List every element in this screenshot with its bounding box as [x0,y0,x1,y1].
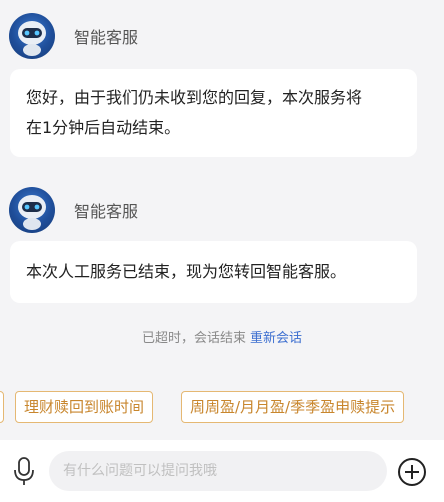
robot-avatar-icon [9,187,55,233]
message-bubble: 本次人工服务已结束，现为您转回智能客服。 [10,241,417,303]
quick-reply-chip-partial[interactable] [0,391,4,423]
restart-session-link[interactable]: 重新会话 [250,331,302,346]
quick-reply-chip[interactable]: 周周盈/月月盈/季季盈申赎提示 [181,391,405,423]
microphone-icon[interactable] [13,457,35,487]
message-bubble: 您好，由于我们仍未收到您的回复，本次服务将 在1分钟后自动结束。 [10,69,417,157]
message-input[interactable] [49,451,387,491]
sender-name: 智能客服 [74,202,139,221]
quick-reply-bar: 理财赎回到账时间 周周盈/月月盈/季季盈申赎提示 [0,391,444,425]
message-text-line: 在1分钟后自动结束。 [26,118,181,137]
message-text-line: 本次人工服务已结束，现为您转回智能客服。 [26,262,347,281]
timeout-text: 已超时，会话结束 [141,331,246,346]
input-bar [0,440,444,502]
session-ended-notice: 已超时，会话结束 重新会话 [0,327,444,346]
quick-reply-chip[interactable]: 理财赎回到账时间 [15,391,154,423]
sender-name: 智能客服 [74,28,139,47]
plus-circle-icon[interactable] [396,456,428,488]
message-text-line: 您好，由于我们仍未收到您的回复，本次服务将 [26,88,363,107]
robot-avatar-icon [9,13,55,59]
